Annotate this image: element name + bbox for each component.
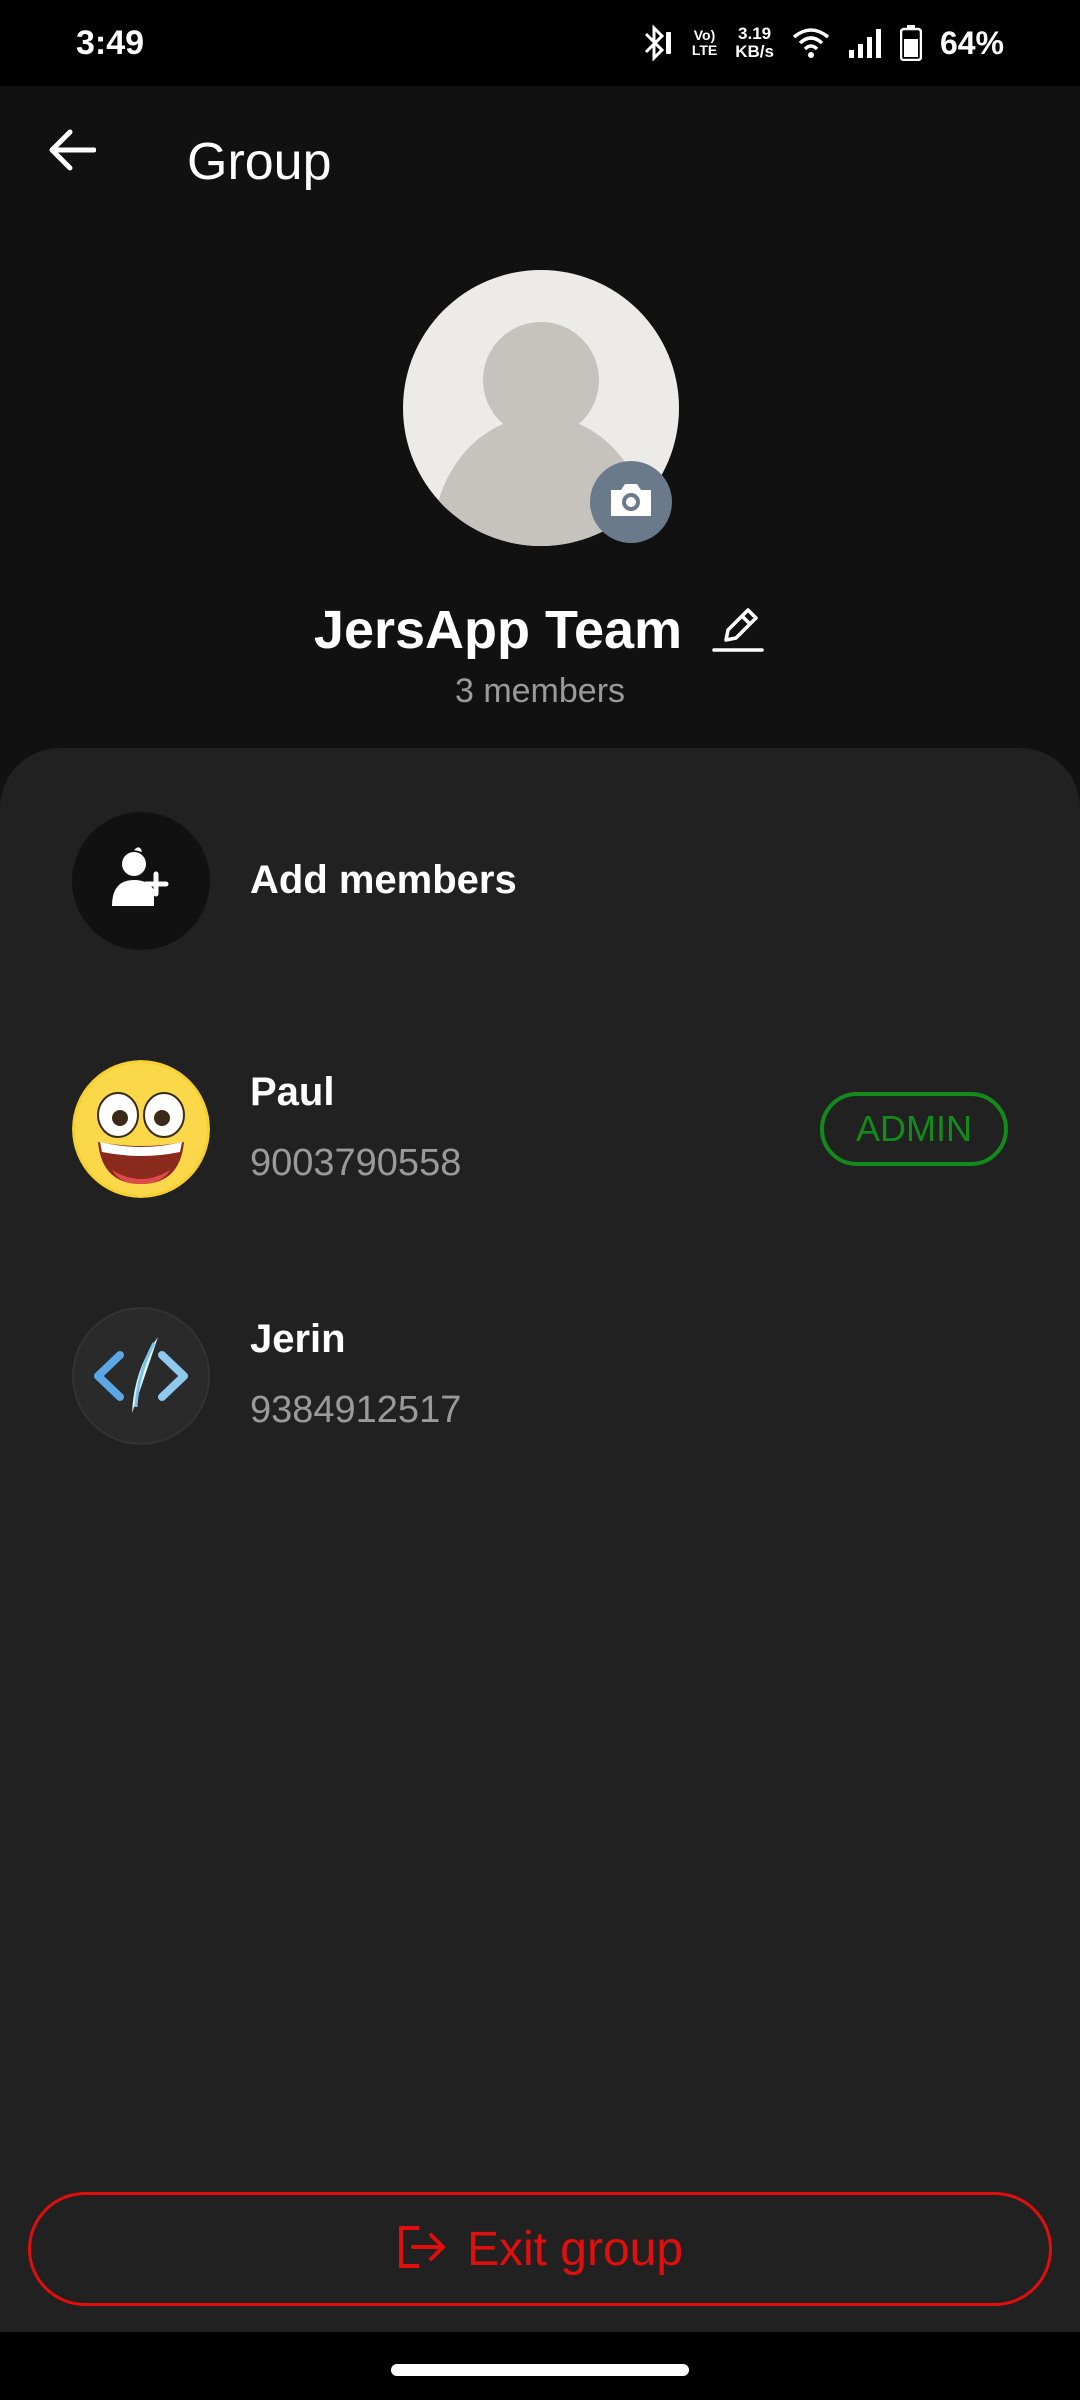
exit-icon [397, 2224, 447, 2275]
member-name: Paul [250, 1070, 335, 1114]
edit-name-button[interactable] [710, 602, 766, 658]
volte-icon: Vo) LTE [692, 28, 717, 58]
page-title: Group [187, 133, 332, 191]
member-phone: 9003790558 [250, 1142, 462, 1184]
volte-bottom-text: LTE [691, 42, 718, 58]
status-icons: Vo) LTE 3.19 KB/s 64% [640, 24, 1004, 62]
signal-icon [848, 28, 882, 58]
arrow-left-icon [48, 128, 97, 177]
member-avatar [72, 1307, 210, 1445]
member-row[interactable]: Jerin 9384912517 [0, 1307, 1080, 1445]
member-row[interactable]: Paul 9003790558 ADMIN [0, 1060, 1080, 1198]
group-info-screen: 3:49 Vo) LTE 3.19 KB/s 64% Group JersApp… [0, 0, 1080, 2400]
member-name: Jerin [250, 1317, 346, 1361]
exit-group-label: Exit group [466, 2222, 684, 2276]
volte-top-text: Vo) [693, 27, 716, 43]
add-person-icon [106, 844, 176, 919]
members-sheet: Add members Paul 9003790558 ADMIN Jerin … [0, 748, 1080, 2332]
pencil-icon [712, 602, 764, 659]
network-speed: 3.19 KB/s [735, 25, 774, 61]
navigation-bar [0, 2332, 1080, 2400]
code-logo-icon [74, 1337, 208, 1443]
grinning-emoji-icon [72, 1060, 210, 1198]
speed-unit: KB/s [735, 42, 774, 61]
status-time: 3:49 [76, 23, 145, 62]
wifi-icon [792, 27, 830, 59]
back-button[interactable] [40, 120, 104, 184]
app-bar: Group [0, 86, 1080, 246]
bluetooth-icon [640, 24, 674, 62]
status-bar: 3:49 Vo) LTE 3.19 KB/s 64% [0, 0, 1080, 86]
add-members-label: Add members [250, 858, 517, 902]
camera-icon [607, 480, 655, 525]
member-avatar [72, 1060, 210, 1198]
speed-value: 3.19 [738, 24, 772, 43]
exit-group-button[interactable]: Exit group [28, 2192, 1052, 2306]
group-name-row: JersApp Team [0, 592, 1080, 668]
member-phone: 9384912517 [250, 1389, 462, 1431]
change-photo-button[interactable] [590, 461, 672, 543]
home-indicator[interactable] [391, 2364, 689, 2376]
admin-badge: ADMIN [820, 1092, 1008, 1166]
battery-icon [899, 25, 922, 61]
add-members-row[interactable]: Add members [0, 812, 1080, 950]
add-members-avatar [72, 812, 210, 950]
group-name: JersApp Team [313, 600, 683, 660]
battery-percentage: 64% [939, 24, 1004, 61]
member-count: 3 members [454, 672, 626, 710]
